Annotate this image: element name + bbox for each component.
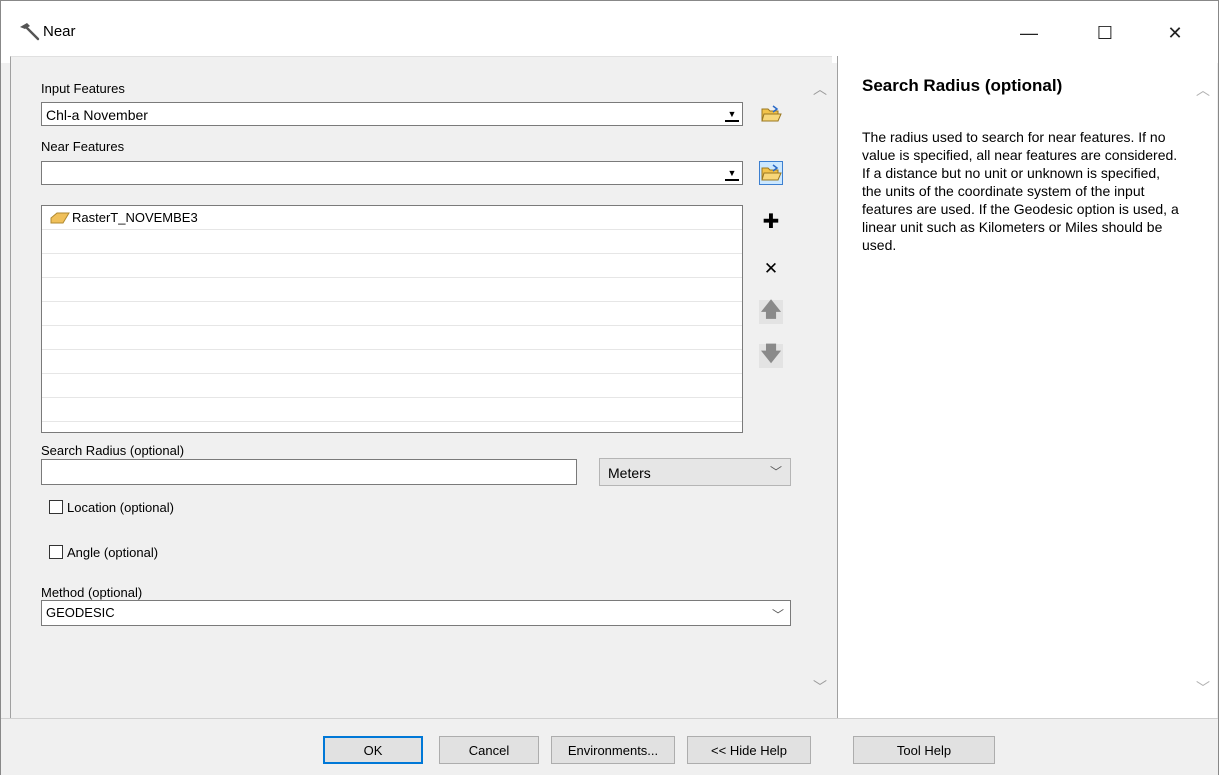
scroll-down-icon[interactable]: ﹀ xyxy=(1194,678,1212,696)
input-features-combo[interactable]: Chl-a November ▼ xyxy=(41,102,743,126)
browse-input-button[interactable] xyxy=(759,102,783,126)
folder-open-icon xyxy=(761,164,782,181)
near-features-list[interactable]: RasterT_NOVEMBE3 xyxy=(41,205,743,433)
x-icon: ✕ xyxy=(763,259,779,278)
plus-icon: ✚ xyxy=(762,210,780,233)
add-item-button[interactable]: ✚ xyxy=(759,209,783,233)
search-radius-unit-select[interactable]: Meters ﹀ xyxy=(599,458,791,486)
scroll-down-icon[interactable]: ﹀ xyxy=(811,677,829,695)
list-item xyxy=(42,326,742,350)
near-tool-dialog: Near — ☐ ✕ ︿ ﹀ Input Features Chl-a Nove… xyxy=(0,0,1219,775)
help-title: Search Radius (optional) xyxy=(862,76,1063,95)
method-select[interactable]: GEODESIC ﹀ xyxy=(41,600,791,626)
maximize-button[interactable]: ☐ xyxy=(1083,15,1127,51)
method-label: Method (optional) xyxy=(41,585,143,600)
chevron-down-icon: ﹀ xyxy=(771,608,784,622)
input-features-label: Input Features xyxy=(41,81,125,96)
move-up-button[interactable]: 🡅 xyxy=(759,299,783,324)
location-checkbox[interactable] xyxy=(49,500,63,514)
arrow-up-icon: 🡅 xyxy=(760,299,782,321)
hide-help-button[interactable]: << Hide Help xyxy=(687,736,811,764)
unit-value: Meters xyxy=(608,465,651,481)
ok-button[interactable]: OK xyxy=(323,736,423,764)
scroll-up-icon[interactable]: ︿ xyxy=(811,79,829,97)
chevron-down-icon: ﹀ xyxy=(769,465,782,479)
browse-near-button[interactable] xyxy=(759,161,783,185)
list-item xyxy=(42,350,742,374)
help-body: The radius used to search for near featu… xyxy=(862,129,1179,253)
method-value: GEODESIC xyxy=(46,605,115,620)
help-panel: Search Radius (optional) The radius used… xyxy=(837,56,1217,718)
list-item[interactable]: RasterT_NOVEMBE3 xyxy=(42,206,742,230)
input-features-value: Chl-a November xyxy=(46,107,148,123)
tool-help-button[interactable]: Tool Help xyxy=(853,736,995,764)
search-radius-label: Search Radius (optional) xyxy=(41,443,185,458)
minimize-button[interactable]: — xyxy=(1007,15,1051,51)
button-bar: OK Cancel Environments... << Hide Help T… xyxy=(1,718,1218,775)
raster-layer-icon xyxy=(50,212,70,224)
list-item xyxy=(42,398,742,422)
angle-checkbox[interactable] xyxy=(49,545,63,559)
list-item xyxy=(42,278,742,302)
near-features-combo[interactable]: ▼ xyxy=(41,161,743,185)
close-button[interactable]: ✕ xyxy=(1153,15,1197,51)
dropdown-arrow-icon[interactable]: ▼ xyxy=(725,165,739,181)
angle-label: Angle (optional) xyxy=(67,545,159,560)
hammer-icon xyxy=(20,23,40,41)
location-label: Location (optional) xyxy=(67,500,174,515)
environments-button[interactable]: Environments... xyxy=(551,736,675,764)
arrow-down-icon: 🡇 xyxy=(760,343,782,365)
list-item-label: RasterT_NOVEMBE3 xyxy=(72,210,198,225)
list-item xyxy=(42,254,742,278)
title-bar: Near — ☐ ✕ xyxy=(1,1,1218,63)
folder-open-icon xyxy=(761,105,782,122)
list-item xyxy=(42,374,742,398)
list-item xyxy=(42,302,742,326)
list-item xyxy=(42,230,742,254)
remove-item-button[interactable]: ✕ xyxy=(759,257,783,281)
window-title: Near xyxy=(43,23,76,40)
move-down-button[interactable]: 🡇 xyxy=(759,343,783,368)
dropdown-arrow-icon[interactable]: ▼ xyxy=(725,106,739,122)
search-radius-input[interactable] xyxy=(41,459,577,485)
scroll-up-icon[interactable]: ︿ xyxy=(1194,80,1212,98)
cancel-button[interactable]: Cancel xyxy=(439,736,539,764)
parameters-panel: ︿ ﹀ Input Features Chl-a November ▼ Near… xyxy=(10,56,832,718)
near-features-label: Near Features xyxy=(41,139,125,154)
